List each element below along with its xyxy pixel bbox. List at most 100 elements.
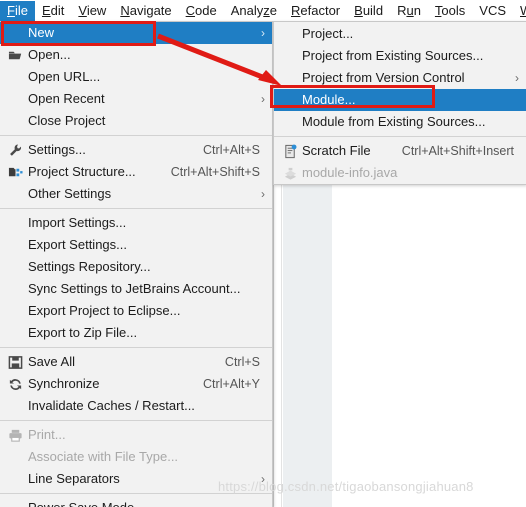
menu-item-label: Project... [302,26,354,41]
menu-item-label: module-info.java [302,165,398,180]
menubar-item-tools[interactable]: Tools [428,1,472,21]
menu-item-export-project-to-eclipse[interactable]: Export Project to Eclipse... [0,300,272,322]
menu-item-invalidate-caches-restart[interactable]: Invalidate Caches / Restart... [0,395,272,417]
editor-code-surface[interactable] [332,168,526,507]
menu-item-module[interactable]: Module... [274,89,526,111]
menu-icon-placeholder [4,302,26,320]
menu-icon-placeholder [4,324,26,342]
menu-item-settings-repository[interactable]: Settings Repository... [0,256,272,278]
menu-separator [0,420,272,421]
menu-item-associate-with-file-type: Associate with File Type... [0,446,272,468]
menu-icon-placeholder [4,185,26,203]
menu-item-label: Invalidate Caches / Restart... [28,398,195,413]
menu-item-module-from-existing-sources[interactable]: Module from Existing Sources... [274,111,526,133]
menu-item-project[interactable]: Project... [274,23,526,45]
menu-icon-placeholder [280,47,300,65]
menubar-item-file[interactable]: File [0,0,35,21]
menu-item-project-from-version-control[interactable]: Project from Version Control › [274,67,526,89]
menu-item-export-to-zip-file[interactable]: Export to Zip File... [0,322,272,344]
menu-icon-placeholder [4,470,26,488]
main-menu-bar: File Edit View Navigate Code Analyze Refactor B… [0,0,526,21]
menu-item-label: Close Project [28,113,106,128]
menu-item-save-all[interactable]: Save All Ctrl+S [0,351,272,373]
menu-item-label: Settings Repository... [28,259,151,274]
menu-item-shortcut: Ctrl+Alt+S [203,143,260,157]
menu-item-label: Save All [28,354,75,369]
menu-item-import-settings[interactable]: Import Settings... [0,212,272,234]
menu-item-new[interactable]: New › [0,22,272,44]
menu-item-shortcut: Ctrl+Alt+Shift+Insert [401,144,514,158]
menu-icon-placeholder [280,91,300,109]
code-editor-area[interactable]: 6 [273,168,526,507]
menubar-item-run[interactable]: Run [390,1,428,21]
menubar-item-vcs[interactable]: VCS [472,1,513,21]
menu-item-label: Open URL... [28,69,101,84]
chevron-right-icon: › [515,71,519,85]
menu-item-open-recent[interactable]: Open Recent › [0,88,272,110]
chevron-right-icon: › [261,92,265,106]
menu-item-label: New [28,25,55,40]
menu-item-label: Power Save Mode [26,500,272,507]
menu-item-settings[interactable]: Settings... Ctrl+Alt+S [0,139,272,161]
menu-icon-placeholder [4,214,26,232]
menubar-item-refactor[interactable]: Refactor [284,1,347,21]
menu-icon-placeholder [4,499,26,507]
menu-item-label: Module... [302,92,356,107]
chevron-right-icon: › [261,26,265,40]
menu-item-project-structure[interactable]: Project Structure... Ctrl+Alt+Shift+S [0,161,272,183]
menu-item-module-info-java: module-info.java [274,162,526,184]
menu-icon-placeholder [4,90,26,108]
menu-item-label: Settings... [28,142,86,157]
chevron-right-icon: › [261,187,265,201]
menu-item-label: Open Recent [28,91,105,106]
menubar-item-build[interactable]: Build [347,1,390,21]
project-icon [4,163,26,181]
menu-item-scratch-file[interactable]: Scratch File Ctrl+Alt+Shift+Insert [274,140,526,162]
menubar-item-view[interactable]: View [71,1,113,21]
menu-separator [0,208,272,209]
menu-item-label: Export to Zip File... [28,325,138,340]
menu-icon-placeholder [4,24,26,42]
menu-separator [274,136,526,137]
menu-item-label: Export Project to Eclipse... [28,303,181,318]
menu-item-export-settings[interactable]: Export Settings... [0,234,272,256]
menu-item-project-from-existing-sources[interactable]: Project from Existing Sources... [274,45,526,67]
menu-item-sync-settings-to-jetbrains-account[interactable]: Sync Settings to JetBrains Account... [0,278,272,300]
menu-item-label: Open... [28,47,71,62]
editor-left-strip [274,168,282,507]
menu-item-label: Project Structure... [28,164,136,179]
menu-item-shortcut: Ctrl+Alt+Y [203,377,260,391]
menu-item-label: Sync Settings to JetBrains Account... [28,281,241,296]
menu-item-close-project[interactable]: Close Project [0,110,272,132]
menu-separator [0,347,272,348]
menu-item-other-settings[interactable]: Other Settings › [0,183,272,205]
menu-item-label: Module from Existing Sources... [302,114,486,129]
menu-icon-placeholder [4,112,26,130]
editor-gutter [283,168,332,507]
printer-icon [4,426,26,444]
menu-item-open[interactable]: Open... [0,44,272,66]
menu-item-label: Synchronize [28,376,100,391]
menu-separator [0,135,272,136]
new-submenu-dropdown[interactable]: Project... Project from Existing Sources.… [273,21,526,185]
menubar-item-code[interactable]: Code [179,1,224,21]
file-menu-dropdown[interactable]: New › Open... Open URL... Open Recent › Close … [0,21,273,507]
menu-item-open-url[interactable]: Open URL... [0,66,272,88]
menu-item-label: Project from Existing Sources... [302,48,484,63]
menu-icon-placeholder [4,448,26,466]
menu-item-power-save-mode[interactable]: Power Save Mode [0,497,272,507]
menu-item-label: Export Settings... [28,237,127,252]
menubar-item-windo[interactable]: Windo [513,1,526,21]
menubar-item-analyze[interactable]: Analyze [224,1,284,21]
menu-item-label: Print... [28,427,66,442]
menu-icon-placeholder [4,397,26,415]
menu-item-synchronize[interactable]: Synchronize Ctrl+Alt+Y [0,373,272,395]
menu-icon-placeholder [280,113,300,131]
menu-item-label: Scratch File [302,143,371,158]
menu-icon-placeholder [280,69,300,87]
menu-item-label: Import Settings... [28,215,127,230]
menubar-item-navigate[interactable]: Navigate [113,1,178,21]
module-info-icon [280,164,300,182]
menu-item-label: Associate with File Type... [28,449,179,464]
menubar-item-edit[interactable]: Edit [35,1,71,21]
